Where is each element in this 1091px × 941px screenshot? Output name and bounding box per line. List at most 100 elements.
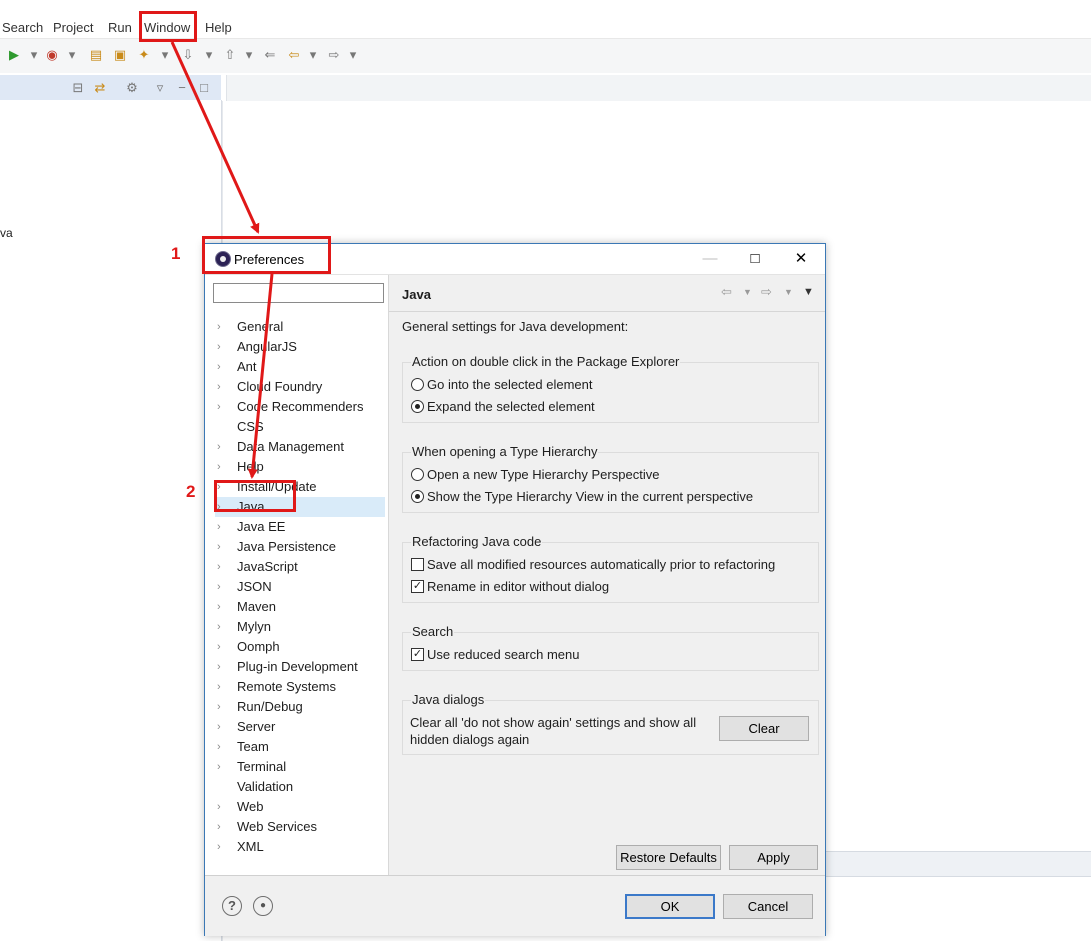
expand-chevron-icon[interactable]: › — [217, 697, 229, 717]
dropdown-arrow-icon[interactable]: ▾ — [241, 47, 257, 63]
apply-button[interactable]: Apply — [729, 845, 818, 870]
tree-item-server[interactable]: › Server — [215, 717, 385, 737]
tree-item-cloud-foundry[interactable]: › Cloud Foundry — [215, 377, 385, 397]
open-folder-icon[interactable]: ▣ — [112, 47, 128, 63]
tree-item-java-persistence[interactable]: › Java Persistence — [215, 537, 385, 557]
expand-chevron-icon[interactable]: › — [217, 357, 229, 377]
menu-help[interactable]: Help — [205, 20, 232, 35]
tree-item-team[interactable]: › Team — [215, 737, 385, 757]
expand-chevron-icon[interactable]: › — [217, 657, 229, 677]
new-folder-icon[interactable]: ▤ — [88, 47, 104, 63]
checkbox-checked[interactable]: ✓ — [411, 580, 424, 593]
expand-chevron-icon[interactable]: › — [217, 817, 229, 837]
tree-item-web[interactable]: › Web — [215, 797, 385, 817]
run-icon[interactable]: ▶ — [6, 47, 22, 63]
collapse-all-icon[interactable]: ⊟ — [70, 80, 86, 96]
expand-chevron-icon[interactable]: › — [217, 597, 229, 617]
dropdown-arrow-icon[interactable]: ▾ — [201, 47, 217, 63]
tree-item-truncated[interactable]: va — [0, 226, 13, 240]
import-export-icon[interactable]: ● — [253, 896, 273, 916]
tree-item-ant[interactable]: › Ant — [215, 357, 385, 377]
next-annotation-icon[interactable]: ⇩ — [180, 47, 196, 63]
expand-chevron-icon[interactable]: › — [217, 577, 229, 597]
expand-chevron-icon[interactable]: › — [217, 737, 229, 757]
menu-run[interactable]: Run — [108, 20, 132, 35]
restore-defaults-button[interactable]: Restore Defaults — [616, 845, 721, 870]
tree-item-terminal[interactable]: › Terminal — [215, 757, 385, 777]
radio-button[interactable] — [411, 378, 424, 391]
expand-chevron-icon[interactable]: › — [217, 397, 229, 417]
tree-item-angularjs[interactable]: › AngularJS — [215, 337, 385, 357]
debug-icon[interactable]: ◉ — [44, 47, 60, 63]
maximize-icon[interactable]: □ — [741, 249, 769, 269]
tree-item-xml[interactable]: › XML — [215, 837, 385, 857]
expand-chevron-icon[interactable]: › — [217, 557, 229, 577]
tree-item-run-debug[interactable]: › Run/Debug — [215, 697, 385, 717]
dropdown-arrow-icon[interactable]: ▼ — [743, 287, 752, 297]
ok-button[interactable]: OK — [625, 894, 715, 919]
tree-item-code-recommenders[interactable]: › Code Recommenders — [215, 397, 385, 417]
tree-item-general[interactable]: › General — [215, 317, 385, 337]
tree-item-data-management[interactable]: › Data Management — [215, 437, 385, 457]
dropdown-arrow-icon[interactable]: ▾ — [26, 47, 42, 63]
radio-button-selected[interactable] — [411, 490, 424, 503]
filter-icon[interactable]: ⚙ — [124, 80, 140, 96]
expand-chevron-icon[interactable]: › — [217, 437, 229, 457]
expand-chevron-icon[interactable]: › — [217, 637, 229, 657]
tree-item-help[interactable]: › Help — [215, 457, 385, 477]
expand-chevron-icon[interactable]: › — [217, 757, 229, 777]
dropdown-arrow-icon[interactable]: ▾ — [345, 47, 361, 63]
tree-item-json[interactable]: › JSON — [215, 577, 385, 597]
tree-item-oomph[interactable]: › Oomph — [215, 637, 385, 657]
expand-chevron-icon[interactable]: › — [217, 617, 229, 637]
tree-item-label: JavaScript — [237, 559, 298, 574]
expand-chevron-icon[interactable]: › — [217, 377, 229, 397]
tree-item-mylyn[interactable]: › Mylyn — [215, 617, 385, 637]
expand-chevron-icon[interactable]: › — [217, 317, 229, 337]
radio-button-selected[interactable] — [411, 400, 424, 413]
checkbox-unchecked[interactable] — [411, 558, 424, 571]
checkbox-checked[interactable]: ✓ — [411, 648, 424, 661]
dropdown-arrow-icon[interactable]: ▼ — [784, 287, 793, 297]
tree-item-validation[interactable]: Validation — [215, 777, 385, 797]
tree-item-maven[interactable]: › Maven — [215, 597, 385, 617]
cancel-button[interactable]: Cancel — [723, 894, 813, 919]
expand-chevron-icon[interactable]: › — [217, 677, 229, 697]
minimize-icon[interactable]: − — [174, 80, 190, 96]
expand-chevron-icon[interactable]: › — [217, 457, 229, 477]
tree-item-css[interactable]: CSS — [215, 417, 385, 437]
dropdown-arrow-icon[interactable]: ▾ — [305, 47, 321, 63]
tree-item-javascript[interactable]: › JavaScript — [215, 557, 385, 577]
dropdown-arrow-icon[interactable]: ▾ — [64, 47, 80, 63]
expand-chevron-icon[interactable]: › — [217, 537, 229, 557]
tree-item-remote-systems[interactable]: › Remote Systems — [215, 677, 385, 697]
filter-input[interactable] — [213, 283, 384, 303]
view-menu-icon[interactable]: ▿ — [152, 80, 168, 96]
prev-annotation-icon[interactable]: ⇧ — [222, 47, 238, 63]
minimize-icon[interactable]: — — [696, 249, 724, 269]
radio-button[interactable] — [411, 468, 424, 481]
dropdown-arrow-icon[interactable]: ▾ — [157, 47, 173, 63]
forward-icon[interactable]: ⇨ — [326, 47, 342, 63]
expand-chevron-icon[interactable]: › — [217, 337, 229, 357]
last-edit-icon[interactable]: ⇐ — [262, 47, 278, 63]
view-menu-icon[interactable]: ▼ — [803, 286, 814, 298]
expand-chevron-icon[interactable]: › — [217, 837, 229, 857]
tree-item-java-ee[interactable]: › Java EE — [215, 517, 385, 537]
close-icon[interactable]: ✕ — [787, 249, 815, 269]
expand-chevron-icon[interactable]: › — [217, 717, 229, 737]
clear-button[interactable]: Clear — [719, 716, 809, 741]
tool-icon[interactable]: ✦ — [136, 47, 152, 63]
menu-project[interactable]: Project — [53, 20, 93, 35]
link-editor-icon[interactable]: ⇄ — [92, 80, 108, 96]
back-icon[interactable]: ⇦ — [721, 284, 732, 300]
expand-chevron-icon[interactable]: › — [217, 517, 229, 537]
expand-chevron-icon[interactable]: › — [217, 797, 229, 817]
tree-item-web-services[interactable]: › Web Services — [215, 817, 385, 837]
back-icon[interactable]: ⇦ — [286, 47, 302, 63]
forward-icon[interactable]: ⇨ — [761, 284, 772, 300]
tree-item-plug-in-development[interactable]: › Plug-in Development — [215, 657, 385, 677]
help-icon[interactable]: ? — [222, 896, 242, 916]
menu-search[interactable]: Search — [2, 20, 43, 35]
maximize-icon[interactable]: □ — [196, 80, 212, 96]
